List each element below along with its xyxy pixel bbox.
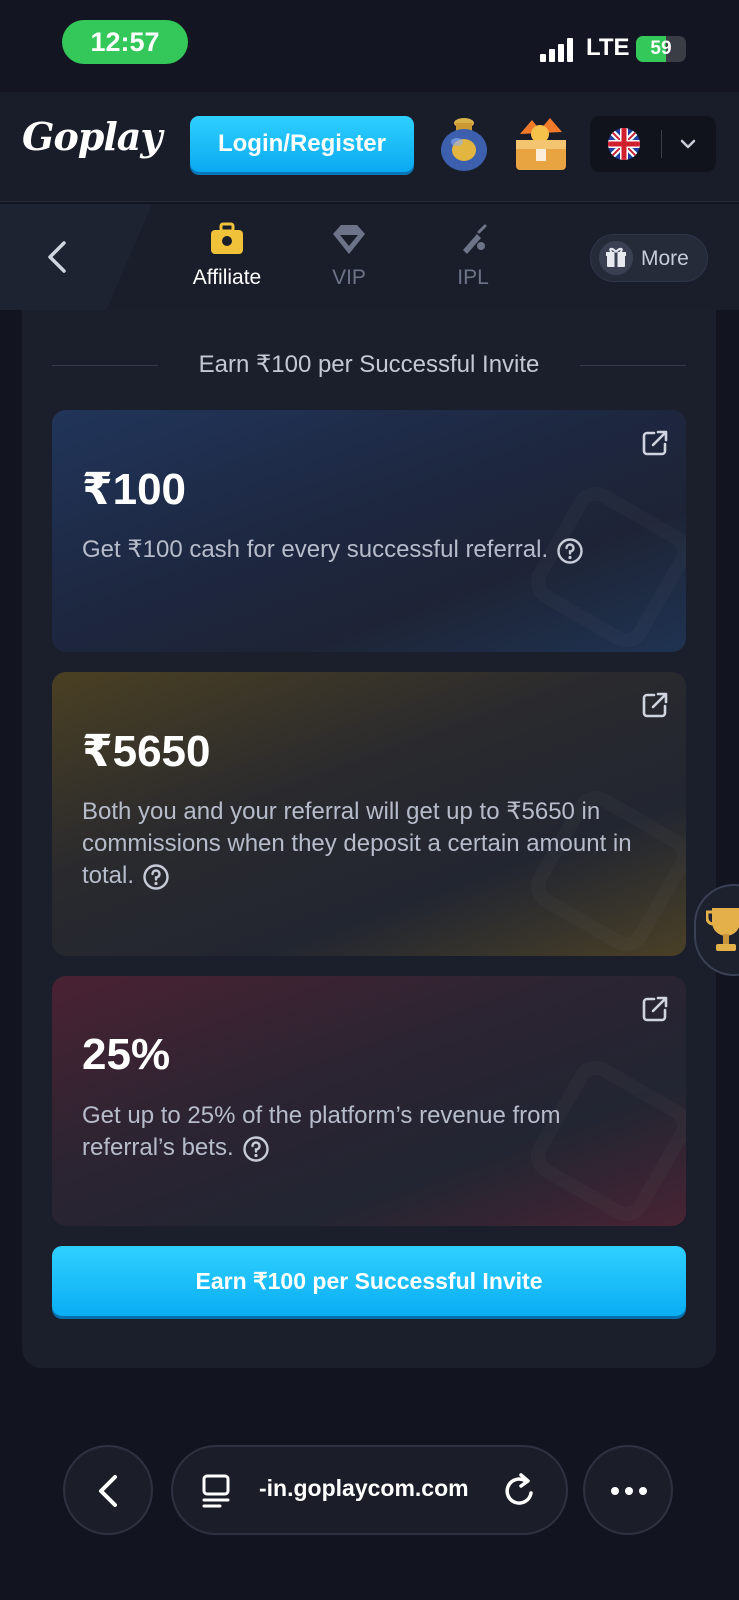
battery-icon: 59 [636, 36, 686, 62]
chevron-down-icon[interactable] [674, 130, 702, 158]
card-amount: 25% [82, 1030, 171, 1079]
revenue-share-card: 25% Get up to 25% of the platform’s reve… [52, 976, 686, 1226]
more-button[interactable]: More [590, 234, 708, 282]
reload-icon[interactable] [501, 1471, 539, 1511]
signal-icon [540, 38, 574, 62]
card-description: Get up to 25% of the platform’s revenue … [82, 1100, 646, 1164]
card-amount: ₹100 [82, 465, 187, 514]
goplay-logo[interactable]: Goplay [22, 114, 163, 159]
tab-label: VIP [332, 266, 366, 289]
section-nav: Affiliate VIP IPL More [0, 204, 739, 310]
lang-divider [661, 130, 662, 158]
address-bar[interactable]: -in.goplaycom.com [171, 1445, 568, 1535]
treasure-chest-icon[interactable] [510, 116, 572, 174]
network-type: LTE [586, 34, 630, 61]
share-icon[interactable] [640, 994, 670, 1024]
briefcase-icon [211, 222, 243, 254]
section-heading: Earn ₹100 per Successful Invite [52, 350, 686, 380]
share-icon[interactable] [640, 690, 670, 720]
tab-vip[interactable]: VIP [294, 220, 404, 290]
status-time: 12:57 [62, 20, 188, 64]
card-description: Get ₹100 cash for every successful refer… [82, 534, 646, 566]
language-selector[interactable] [590, 116, 716, 172]
card-description-text: Get ₹100 cash for every successful refer… [82, 536, 549, 563]
cricket-bat-icon [463, 224, 487, 254]
back-arrow-icon [99, 1475, 117, 1507]
site-header: Goplay Login/Register [0, 92, 739, 202]
gift-icon [599, 241, 633, 275]
help-icon[interactable] [142, 863, 170, 891]
back-arrow-icon[interactable] [40, 238, 74, 276]
tab-ipl[interactable]: IPL [418, 220, 528, 290]
earn-invite-button[interactable]: Earn ₹100 per Successful Invite [52, 1246, 686, 1316]
login-register-button[interactable]: Login/Register [190, 116, 414, 172]
referral-cash-card: ₹100 Get ₹100 cash for every successful … [52, 410, 686, 652]
url-text: -in.goplaycom.com [259, 1475, 469, 1501]
browser-back-button[interactable] [63, 1445, 153, 1535]
battery-level: 59 [650, 38, 672, 59]
section-title: Earn ₹100 per Successful Invite [184, 351, 554, 378]
back-area [0, 204, 152, 310]
tabs-icon [202, 1474, 230, 1508]
help-icon[interactable] [242, 1135, 270, 1163]
browser-menu-button[interactable] [583, 1445, 673, 1535]
more-label: More [641, 247, 689, 270]
status-bar: 12:57 LTE 59 [0, 0, 739, 92]
commission-card: ₹5650 Both you and your referral will ge… [52, 672, 686, 956]
uk-flag-icon [608, 128, 640, 160]
card-amount: ₹5650 [82, 727, 211, 776]
tab-label: Affiliate [192, 266, 262, 289]
diamond-icon [333, 225, 365, 254]
treasure-jar-icon[interactable] [437, 114, 491, 174]
share-icon[interactable] [640, 428, 670, 458]
tab-label: IPL [457, 266, 489, 289]
tab-affiliate[interactable]: Affiliate [172, 220, 282, 290]
more-dots-icon [611, 1487, 647, 1495]
trophy-icon [706, 908, 739, 951]
card-description: Both you and your referral will get up t… [82, 796, 646, 892]
card-description-text: Get up to 25% of the platform’s revenue … [82, 1102, 561, 1161]
help-icon[interactable] [556, 537, 584, 565]
affiliate-panel: Earn ₹100 per Successful Invite ₹100 Get… [22, 310, 716, 1368]
